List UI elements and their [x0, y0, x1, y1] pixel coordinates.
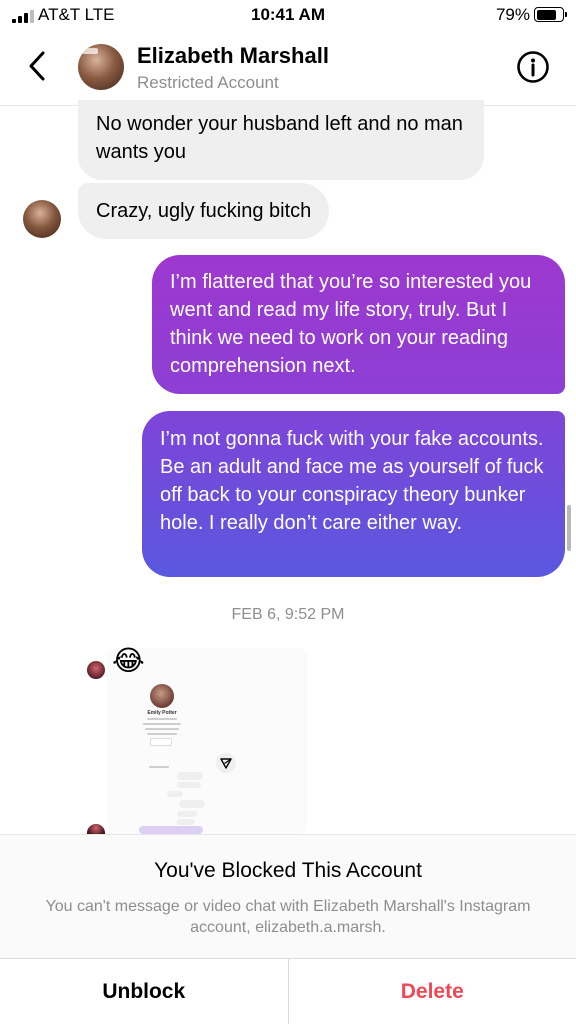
shared-profile-button [150, 738, 172, 746]
reaction-emoji: 😂 [112, 645, 145, 676]
conversation-header: Elizabeth Marshall Restricted Account [0, 30, 576, 106]
sender-avatar[interactable] [23, 200, 61, 238]
status-time: 10:41 AM [250, 5, 325, 24]
message-incoming[interactable]: Crazy, ugly fucking bitch [78, 183, 330, 239]
battery-percent: 79% [495, 5, 530, 24]
shared-profile-name: Emily Potter [147, 710, 177, 716]
message-outgoing[interactable]: I’m flattered that you’re so interested … [152, 255, 565, 394]
scroll-indicator [567, 505, 571, 551]
message-outgoing[interactable]: I’m not gonna fuck with your fake accoun… [142, 411, 565, 577]
info-circle-icon [517, 51, 549, 83]
message-incoming[interactable]: No wonder your husband left and no man w… [78, 100, 484, 180]
message-text: I’m flattered that you’re so interested … [170, 271, 532, 377]
message-text: No wonder your husband left and no man w… [96, 113, 463, 163]
delete-button[interactable]: Delete [289, 959, 576, 1024]
unblock-button[interactable]: Unblock [0, 959, 288, 1024]
blocked-description: You can't message or video chat with Eli… [45, 898, 531, 936]
contact-subtitle: Restricted Account [137, 73, 279, 92]
shared-send-button[interactable] [216, 753, 236, 773]
paper-plane-icon [220, 758, 232, 769]
info-button[interactable] [516, 50, 550, 84]
message-text: I’m not gonna fuck with your fake accoun… [160, 428, 544, 534]
chevron-left-icon [29, 51, 45, 81]
action-bar: Unblock Delete [0, 958, 576, 1024]
sender-avatar[interactable] [87, 824, 105, 834]
shared-profile-avatar [150, 684, 174, 708]
blocked-notice: You've Blocked This Account You can't me… [0, 834, 576, 958]
sender-avatar[interactable] [87, 661, 105, 679]
battery-icon [534, 7, 567, 22]
contact-name[interactable]: Elizabeth Marshall [137, 43, 329, 69]
timestamp: FEB 6, 9:52 PM [231, 606, 345, 623]
status-bar: AT&T LTE 10:41 AM 79% [0, 0, 576, 30]
message-text: Crazy, ugly fucking bitch [96, 200, 312, 222]
contact-avatar[interactable] [78, 44, 124, 90]
back-button[interactable] [22, 48, 54, 84]
blocked-title: You've Blocked This Account [154, 859, 422, 882]
